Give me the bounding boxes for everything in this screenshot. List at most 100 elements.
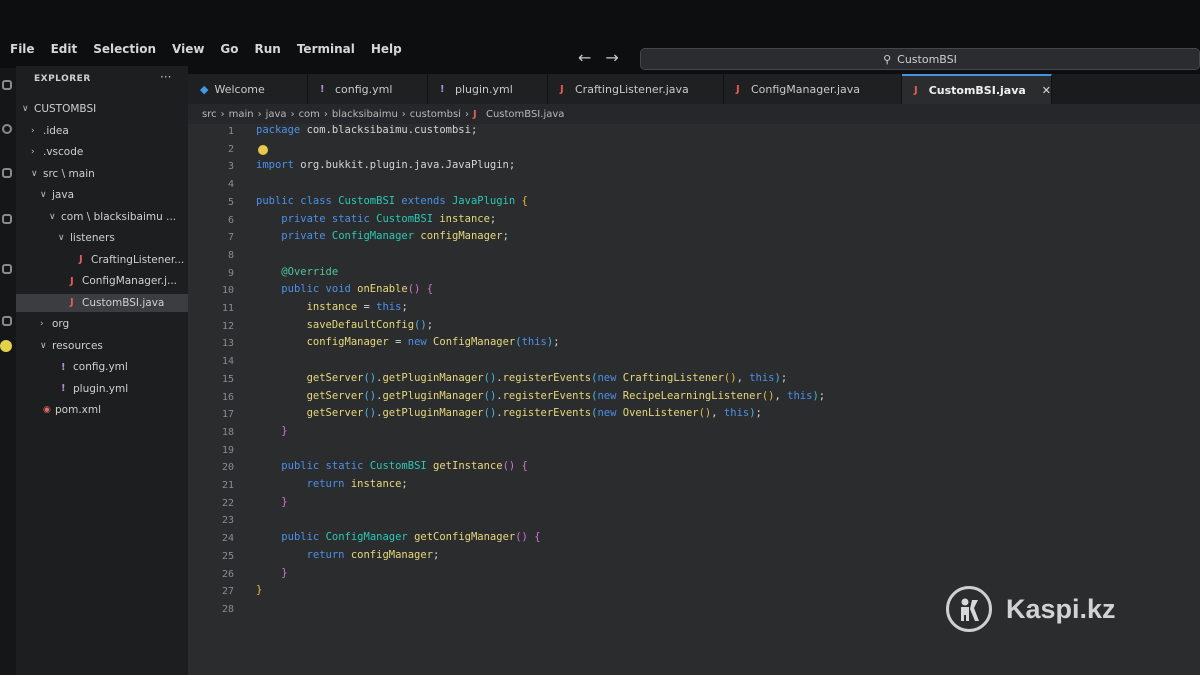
run-debug-icon[interactable] [2,214,12,224]
code-token: () [483,371,497,384]
tree-item[interactable]: ◉ pom.xml [16,401,188,419]
code-line[interactable]: public static CustomBSI getInstance() { [256,460,528,472]
tab-welcome[interactable]: ◆ Welcome [188,74,308,104]
code-token: getServer [306,371,364,384]
menu-item-terminal[interactable]: Terminal [297,42,355,56]
tree-item[interactable]: J ConfigManager.j... [16,272,188,290]
tab-configmanager-java[interactable]: J ConfigManager.java [724,74,902,104]
editor-tabs: ◆ Welcome! config.yml! plugin.yml J CraftingL… [188,74,1200,104]
code-line[interactable]: instance = this; [256,301,408,313]
code-line[interactable]: package com.blacksibaimu.custombsi; [256,124,477,136]
code-line[interactable]: return instance; [256,478,408,490]
close-icon[interactable]: ✕ [1042,84,1051,97]
activity-bar [0,68,16,675]
breadcrumb-item[interactable]: blacksibaimu [332,109,398,120]
tree-item-label: resources [52,339,103,352]
code-line[interactable]: public void onEnable() { [256,283,433,295]
breadcrumb-item[interactable]: CustomBSI.java [486,109,564,120]
line-number: 20 [221,462,234,474]
tab-craftinglistener-java[interactable]: J CraftingListener.java [548,74,724,104]
code-line[interactable]: @Override [256,266,338,278]
code-token: JavaPlugin [451,194,522,207]
breadcrumb-item[interactable]: main [229,109,254,120]
tab-plugin-yml[interactable]: ! plugin.yml [428,74,548,104]
code-token: { [521,194,528,207]
code-line[interactable]: } [256,567,287,579]
search-activity-icon[interactable] [2,124,12,134]
tree-item[interactable]: › .idea [16,122,188,140]
tree-item[interactable]: ∨ com \ blacksibaimu ... [16,208,188,226]
code-line[interactable]: getServer().getPluginManager().registerE… [256,389,826,402]
code-line[interactable]: import org.bukkit.plugin.java.JavaPlugin… [256,159,515,171]
tab-config-yml[interactable]: ! config.yml [308,74,428,104]
tab-label: CustomBSI.java [928,83,1026,97]
tree-item[interactable]: ! config.yml [16,358,188,376]
code-line[interactable]: return configManager; [256,549,440,561]
tree-item[interactable]: ∨ java [16,186,188,204]
menu-item-run[interactable]: Run [255,42,281,56]
code-token: registerEvents [502,371,592,384]
code-token: new [597,389,623,402]
code-token: } [281,495,288,508]
menu-item-view[interactable]: View [172,42,204,56]
code-line[interactable]: configManager = new ConfigManager(this); [256,336,560,348]
menu-item-help[interactable]: Help [371,42,402,56]
code-line[interactable]: } [256,425,287,437]
tree-item[interactable]: › .vscode [16,143,188,161]
line-number: 2 [227,143,234,155]
code-token: this [723,407,750,420]
search-input[interactable]: ⚲ CustomBSI [640,48,1200,70]
tree-item[interactable]: J CustomBSI.java [16,293,188,312]
code-line[interactable]: getServer().getPluginManager().registerE… [256,407,762,419]
menu-item-selection[interactable]: Selection [93,42,156,56]
breadcrumb-separator-icon: › [220,108,225,120]
tree-item-label: org [52,318,70,330]
breadcrumb-item[interactable]: custombsi [410,109,461,120]
menu-item-file[interactable]: File [10,42,35,56]
tree-item[interactable]: ∨ resources [16,337,188,355]
explorer-icon[interactable] [2,80,12,90]
lightbulb-icon[interactable] [258,145,268,155]
forward-arrow-icon[interactable]: → [605,48,618,67]
code-line[interactable]: getServer().getPluginManager().registerE… [256,371,788,384]
tree-item[interactable]: J CraftingListener... [16,251,188,269]
code-token: getServer [306,389,364,402]
tree-item[interactable]: ∨ src \ main [16,165,188,183]
chevron-down-icon: ∨ [40,190,47,200]
code-token: } [256,584,263,597]
code-line[interactable]: public ConfigManager getConfigManager() … [256,531,540,543]
testing-icon[interactable] [2,316,12,326]
account-icon[interactable] [0,340,12,352]
tab-label: plugin.yml [455,82,513,96]
code-line[interactable]: private ConfigManager configManager; [256,230,509,242]
code-token: public static [281,460,370,473]
code-token: this [521,336,547,349]
tab-custombsi-java[interactable]: J CustomBSI.java ✕ [902,74,1052,104]
code-line[interactable]: public class CustomBSI extends JavaPlugi… [256,195,528,207]
code-line[interactable]: saveDefaultConfig(); [256,319,433,331]
tree-item[interactable]: ! plugin.yml [16,380,188,398]
tree-item[interactable]: ∨ listeners [16,229,188,247]
extensions-icon[interactable] [2,264,12,274]
kaspi-logo-icon [946,586,992,632]
java-file-icon: J [560,83,564,95]
menu-item-edit[interactable]: Edit [51,42,78,56]
vscode-icon: ◆ [200,82,209,96]
code-token: () { [502,460,528,473]
tree-item[interactable]: ∨ CUSTOMBSI [16,100,188,118]
code-line[interactable]: } [256,584,262,596]
source-control-icon[interactable] [2,168,12,178]
breadcrumb-item[interactable]: src [202,109,217,120]
code-line[interactable]: private static CustomBSI instance; [256,213,496,225]
code-line[interactable]: } [256,495,288,508]
menu-item-go[interactable]: Go [220,42,238,56]
breadcrumb-item[interactable]: java [266,109,287,120]
code-token: ConfigManager [433,336,516,349]
tree-item[interactable]: › org [16,315,188,333]
breadcrumb-item[interactable]: com [299,109,320,120]
more-actions-icon[interactable]: ··· [160,70,171,84]
back-arrow-icon[interactable]: ← [578,48,591,67]
